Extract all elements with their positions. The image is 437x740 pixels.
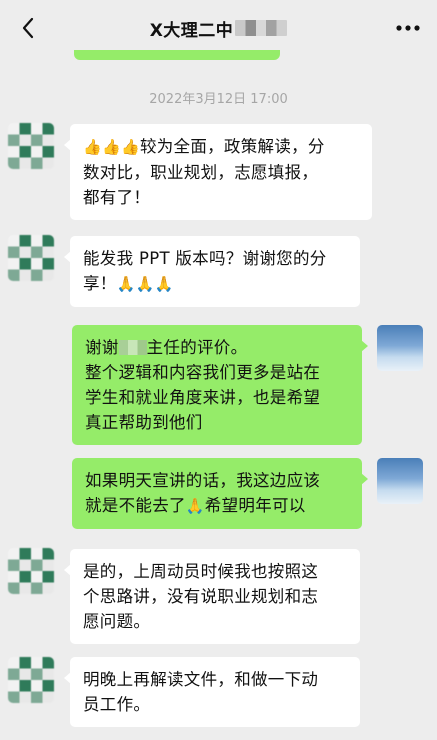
message-line: 数对比，职业规划，志愿填报， [83, 163, 319, 182]
message-bubble-incoming[interactable]: 👍👍👍较为全面，政策解读，分 数对比，职业规划，志愿填报， 都有了！ [64, 124, 372, 220]
avatar[interactable] [8, 548, 54, 594]
avatar[interactable] [8, 123, 54, 169]
message-bubble-outgoing[interactable]: 谢谢 主任的评价。 整个逻辑和内容我们更多是站在 学生和就业角度来讲，也是希望 真… [72, 325, 368, 445]
folded-hands-icon: 🙏🙏🙏 [116, 275, 174, 293]
avatar[interactable] [377, 325, 423, 371]
message-line: 个思路讲，没有说职业规划和志 [83, 587, 319, 606]
message-text: 谢谢 [85, 338, 119, 357]
message-line: 愿问题。 [83, 612, 151, 631]
message-text: 较为全面，政策解读，分 [139, 137, 325, 156]
message-bubble-incoming[interactable]: 明晚上再解读文件，和做一下动 员工作。 [64, 657, 360, 727]
message-line: 谢谢 主任的评价。 [85, 335, 349, 360]
message-line: 就是不能去了🙏希望明年可以 [85, 493, 349, 519]
message-line: 员工作。 [83, 695, 151, 714]
chat-header: X大理二中 [0, 0, 437, 56]
thumbs-up-icon: 👍👍👍 [83, 138, 140, 156]
message-text: 主任的评价。 [146, 338, 248, 357]
message-line: 整个逻辑和内容我们更多是站在 [85, 363, 321, 382]
redacted-name-mosaic [118, 340, 147, 355]
message-text: 享！ [83, 274, 117, 293]
message-line: 👍👍👍较为全面，政策解读，分 [83, 134, 359, 160]
previous-bubble-edge [74, 50, 280, 60]
message-line: 明晚上再解读文件，和做一下动 [83, 670, 319, 689]
chevron-left-icon[interactable] [14, 14, 42, 42]
avatar[interactable] [377, 458, 423, 504]
avatar[interactable] [8, 235, 54, 281]
message-line: 能发我 PPT 版本吗？谢谢您的分 [83, 249, 327, 268]
more-dots-icon[interactable] [393, 14, 423, 42]
message-line: 是的，上周动员时候我也按照这 [83, 562, 319, 581]
message-bubble-incoming[interactable]: 是的，上周动员时候我也按照这 个思路讲，没有说职业规划和志 愿问题。 [64, 549, 360, 644]
message-timestamp: 2022年3月12日 17:00 [149, 92, 288, 107]
chat-title: X大理二中 [149, 20, 234, 41]
message-bubble-incoming[interactable]: 能发我 PPT 版本吗？谢谢您的分 享！🙏🙏🙏 [64, 236, 360, 307]
message-line: 真正帮助到他们 [85, 413, 203, 432]
message-bubble-outgoing[interactable]: 如果明天宣讲的话，我这边应该 就是不能去了🙏希望明年可以 [72, 458, 368, 529]
message-text: 希望明年可以 [204, 496, 306, 515]
message-line: 享！🙏🙏🙏 [83, 271, 347, 297]
message-line: 学生和就业角度来讲，也是希望 [85, 388, 321, 407]
message-line: 都有了！ [83, 188, 151, 207]
message-text: 就是不能去了 [85, 496, 186, 515]
chat-title-wrap: X大理二中 [150, 16, 288, 41]
folded-hands-icon: 🙏 [185, 497, 205, 515]
message-line: 如果明天宣讲的话，我这边应该 [85, 471, 321, 490]
avatar[interactable] [8, 657, 54, 703]
redacted-title-mosaic [235, 20, 288, 36]
